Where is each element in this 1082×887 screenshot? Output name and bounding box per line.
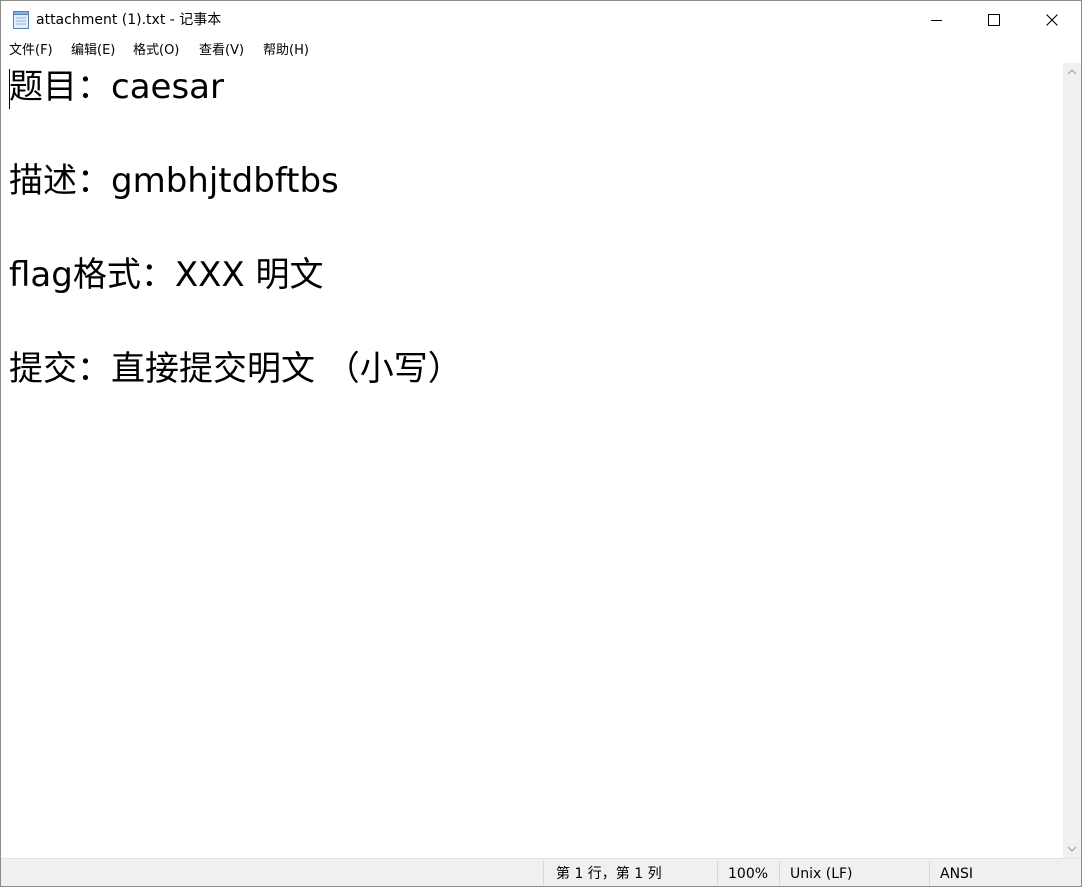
window-title: attachment (1).txt - 记事本 <box>36 12 222 28</box>
menu-format[interactable]: 格式(O) <box>133 43 179 59</box>
notepad-window: attachment (1).txt - 记事本 文件(F) 编辑(E) 格式(… <box>0 0 1082 887</box>
text-line: 题目：caesar <box>9 67 224 107</box>
chevron-up-icon <box>1067 69 1077 75</box>
notepad-icon[interactable] <box>12 9 30 30</box>
status-separator <box>543 861 544 885</box>
scroll-down-button[interactable] <box>1063 840 1081 858</box>
vertical-scrollbar[interactable] <box>1063 63 1081 858</box>
menu-file[interactable]: 文件(F) <box>9 43 53 59</box>
minimize-icon <box>931 20 942 21</box>
status-encoding: ANSI <box>940 866 974 882</box>
status-cursor-position: 第 1 行，第 1 列 <box>556 866 662 882</box>
menu-bar: 文件(F) 编辑(E) 格式(O) 查看(V) 帮助(H) <box>1 39 1081 63</box>
minimize-button[interactable] <box>907 1 965 39</box>
text-line: flag格式：XXX 明文 <box>9 255 324 295</box>
title-bar[interactable]: attachment (1).txt - 记事本 <box>1 1 1081 39</box>
status-separator <box>717 861 718 885</box>
text-line: 提交：直接提交明文 （小写） <box>9 349 462 389</box>
text-editor[interactable]: 题目：caesar 描述：gmbhjtdbftbs flag格式：XXX 明文 … <box>1 63 1063 858</box>
text-line: 描述：gmbhjtdbftbs <box>9 161 339 201</box>
maximize-icon <box>988 14 1000 26</box>
chevron-down-icon <box>1067 846 1077 852</box>
scroll-up-button[interactable] <box>1063 63 1081 81</box>
menu-view[interactable]: 查看(V) <box>199 43 244 59</box>
menu-help[interactable]: 帮助(H) <box>263 43 309 59</box>
status-zoom: 100% <box>728 866 769 882</box>
maximize-button[interactable] <box>965 1 1023 39</box>
close-icon <box>1046 14 1058 26</box>
status-line-ending: Unix (LF) <box>790 866 853 882</box>
close-button[interactable] <box>1023 1 1081 39</box>
status-separator <box>929 861 930 885</box>
status-bar: 第 1 行，第 1 列 100% Unix (LF) ANSI <box>1 858 1081 886</box>
status-separator <box>779 861 780 885</box>
menu-edit[interactable]: 编辑(E) <box>71 43 115 59</box>
